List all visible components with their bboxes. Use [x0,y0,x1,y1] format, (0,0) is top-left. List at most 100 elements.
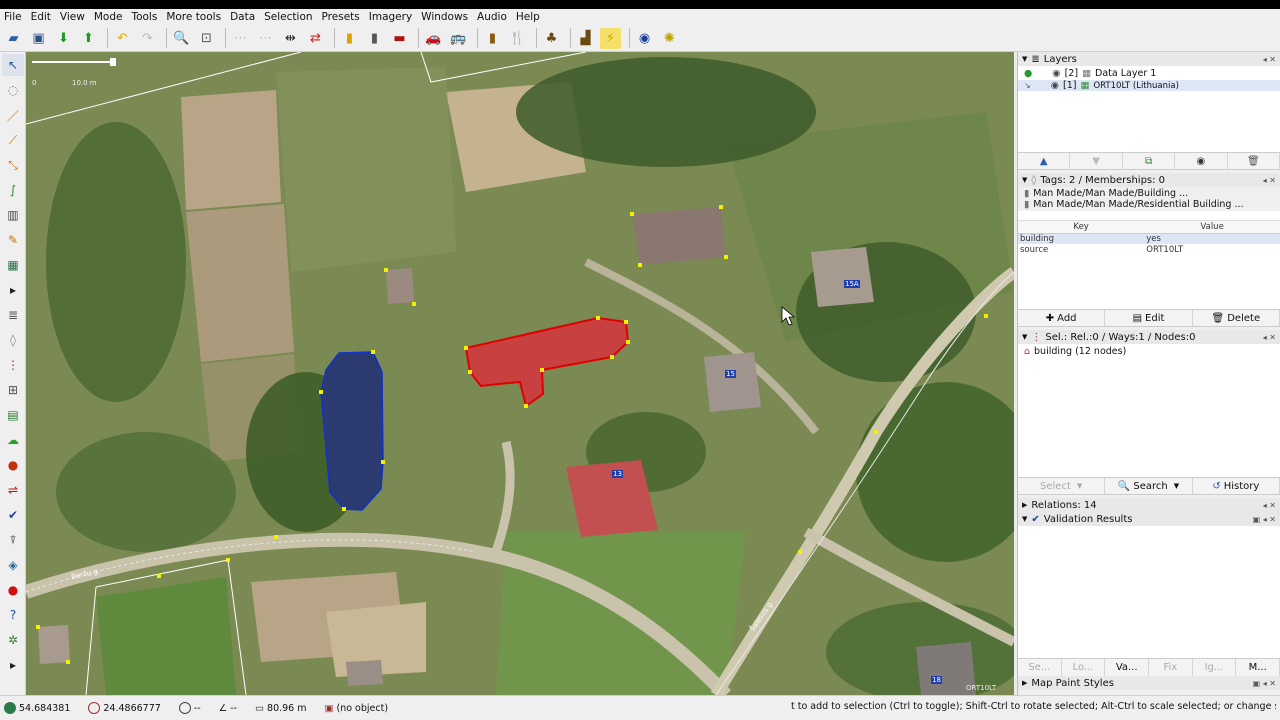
upload-icon[interactable]: ⬆ [78,28,99,49]
edit-tag-button[interactable]: ▤ Edit [1105,310,1193,326]
combine-way-icon[interactable]: ⋯ [255,28,276,49]
lasso-tool-icon[interactable]: ◌ [2,79,24,101]
menu-edit[interactable]: Edit [31,11,51,23]
mapdust-icon[interactable]: ✲ [2,629,24,651]
tag-value[interactable]: yes [1144,233,1280,244]
search-button[interactable]: 🔍 Search ▼ [1105,478,1193,494]
menu-more-tools[interactable]: More tools [166,11,221,23]
menu-audio[interactable]: Audio [477,11,507,23]
map-paint-panel-header[interactable]: ▶ Map Paint Styles ▣ ◂ ✕ [1018,676,1280,690]
layer-panel-icon[interactable]: ≣ [2,304,24,326]
tab-ignore[interactable]: Ig... [1193,659,1237,676]
conflict-icon[interactable]: ● [2,454,24,476]
draw-tool-icon[interactable]: ／ [2,104,24,126]
zoom-fit-icon[interactable]: ⊡ [196,28,217,49]
relations-panel-header[interactable]: ▶ Relations: 14 ◂ ✕ [1018,498,1280,512]
preset-power-icon[interactable]: ⚡ [600,27,621,49]
split-way-icon[interactable]: ⋯ [230,28,251,49]
panel-controls-icon[interactable]: ◂ ✕ [1263,333,1276,342]
delete-tag-button[interactable]: 🗑 Delete [1193,310,1280,326]
menu-help[interactable]: Help [516,11,540,23]
delete-layer-icon[interactable]: 🗑 [1228,153,1280,169]
menu-view[interactable]: View [60,11,85,23]
value-column-header[interactable]: Value [1144,221,1280,234]
menu-mode[interactable]: Mode [94,11,123,23]
redo-icon[interactable]: ↷ [137,28,158,49]
filter-icon[interactable]: ⍒ [2,529,24,551]
extrude-tool-icon[interactable]: ▥ [2,204,24,226]
help-icon[interactable]: ? [2,604,24,626]
menu-data[interactable]: Data [230,11,255,23]
preset-tourism-icon[interactable]: ▮ [482,28,503,49]
list-item[interactable]: ⌂ building (12 nodes) [1018,346,1280,357]
map-view[interactable]: 0 10.0 m Beržų g. Šalesos g. 15A 15 13 1… [26,52,1014,695]
notes-icon[interactable]: ● [2,579,24,601]
merge-icon[interactable]: ⧉ [1123,153,1176,169]
preset-industrial-icon[interactable]: ▟ [575,28,596,49]
expand-icon[interactable]: ▶ [1022,679,1027,687]
layer-item[interactable]: ● ◉ [2] ▦ Data Layer 1 [1018,68,1280,79]
zoom-icon[interactable]: 🔍 [171,28,192,49]
align-icon[interactable]: ⇹ [280,28,301,49]
collapse-icon[interactable]: ▼ [1022,55,1027,63]
imagery-icon[interactable]: ☁ [2,429,24,451]
history-button[interactable]: ↺ History [1193,478,1280,494]
table-row[interactable]: building yes [1018,233,1280,244]
menu-imagery[interactable]: Imagery [369,11,412,23]
tag-value[interactable]: ORT10LT [1144,244,1280,255]
building-tool-icon[interactable]: ✎ [2,229,24,251]
panel-controls-icon[interactable]: ▣ ◂ ✕ [1253,515,1276,524]
key-column-header[interactable]: Key [1018,221,1145,234]
tag-key[interactable]: building [1018,233,1144,244]
expand-tools-icon[interactable]: ▸ [2,279,24,301]
preset-car-icon[interactable]: 🚗 [423,28,444,49]
preset-building-icon[interactable]: ▬ [389,28,410,49]
tab-lookup[interactable]: Lo... [1062,659,1106,676]
menu-windows[interactable]: Windows [421,11,468,23]
menu-presets[interactable]: Presets [322,11,360,23]
select-button[interactable]: Select ▼ [1018,478,1106,494]
move-down-icon[interactable]: ▼ [1070,153,1123,169]
preset-sun-icon[interactable]: ✺ [659,28,680,49]
tags-panel-header[interactable]: ▼ ◊ Tags: 2 / Memberships: 0 ◂ ✕ [1018,173,1280,187]
visibility-eye-icon[interactable]: ◉ [1052,68,1060,79]
move-up-icon[interactable]: ▲ [1018,153,1071,169]
visibility-eye-icon[interactable]: ◉ [1051,80,1059,91]
layers-panel-header[interactable]: ▼ ≣ Layers ◂ ✕ [1018,52,1280,66]
panel-controls-icon[interactable]: ▣ ◂ ✕ [1253,679,1276,688]
expand-panels-icon[interactable]: ▸ [2,654,24,676]
expand-icon[interactable]: ▶ [1022,501,1027,509]
preset-traffic-signal-icon[interactable]: ▮ [364,28,385,49]
tab-more[interactable]: M... [1236,659,1280,676]
relations-panel-icon[interactable]: ⊞ [2,379,24,401]
draw-nodes-tool-icon[interactable]: ⟋ [2,129,24,151]
panel-controls-icon[interactable]: ◂ ✕ [1263,501,1276,510]
tags-panel-icon[interactable]: ◊ [2,329,24,351]
reverse-way-icon[interactable]: ⇄ [305,28,326,49]
validation-panel-header[interactable]: ▼ ✔ Validation Results ▣ ◂ ✕ [1018,512,1280,526]
add-tag-button[interactable]: ✚ Add [1018,310,1106,326]
tab-select[interactable]: Se... [1018,659,1062,676]
open-file-icon[interactable]: ▰ [3,28,24,49]
preset-link[interactable]: ▮ Man Made/Man Made/Building ... [1018,188,1280,199]
layer-item[interactable]: ↘ ◉ [1] ▦ ORT10LT (Lithuania) [1018,80,1280,91]
changeset-icon[interactable]: ⇌ [2,479,24,501]
map-icon[interactable]: ▤ [2,404,24,426]
panel-controls-icon[interactable]: ◂ ✕ [1263,55,1276,64]
select-tool-icon[interactable]: ↖ [2,54,24,76]
preset-camera-icon[interactable]: ◉ [634,28,655,49]
collapse-icon[interactable]: ▼ [1022,333,1027,341]
tab-validate[interactable]: Va... [1105,659,1150,676]
save-icon[interactable]: ▣ [28,28,49,49]
mapillary-tool-icon[interactable]: ▦ [2,254,24,276]
undo-icon[interactable]: ↶ [112,28,133,49]
collapse-icon[interactable]: ▼ [1022,515,1027,523]
menu-file[interactable]: File [4,11,22,23]
preset-barrier-icon[interactable]: ▮ [339,28,360,49]
selection-panel-icon[interactable]: ⋮ [2,354,24,376]
improve-way-tool-icon[interactable]: ⤡ [2,154,24,176]
preset-bus-icon[interactable]: 🚌 [448,28,469,49]
tag-key[interactable]: source [1018,244,1144,255]
show-hide-icon[interactable]: ◉ [1175,153,1228,169]
parallel-tool-icon[interactable]: ∫ [2,179,24,201]
